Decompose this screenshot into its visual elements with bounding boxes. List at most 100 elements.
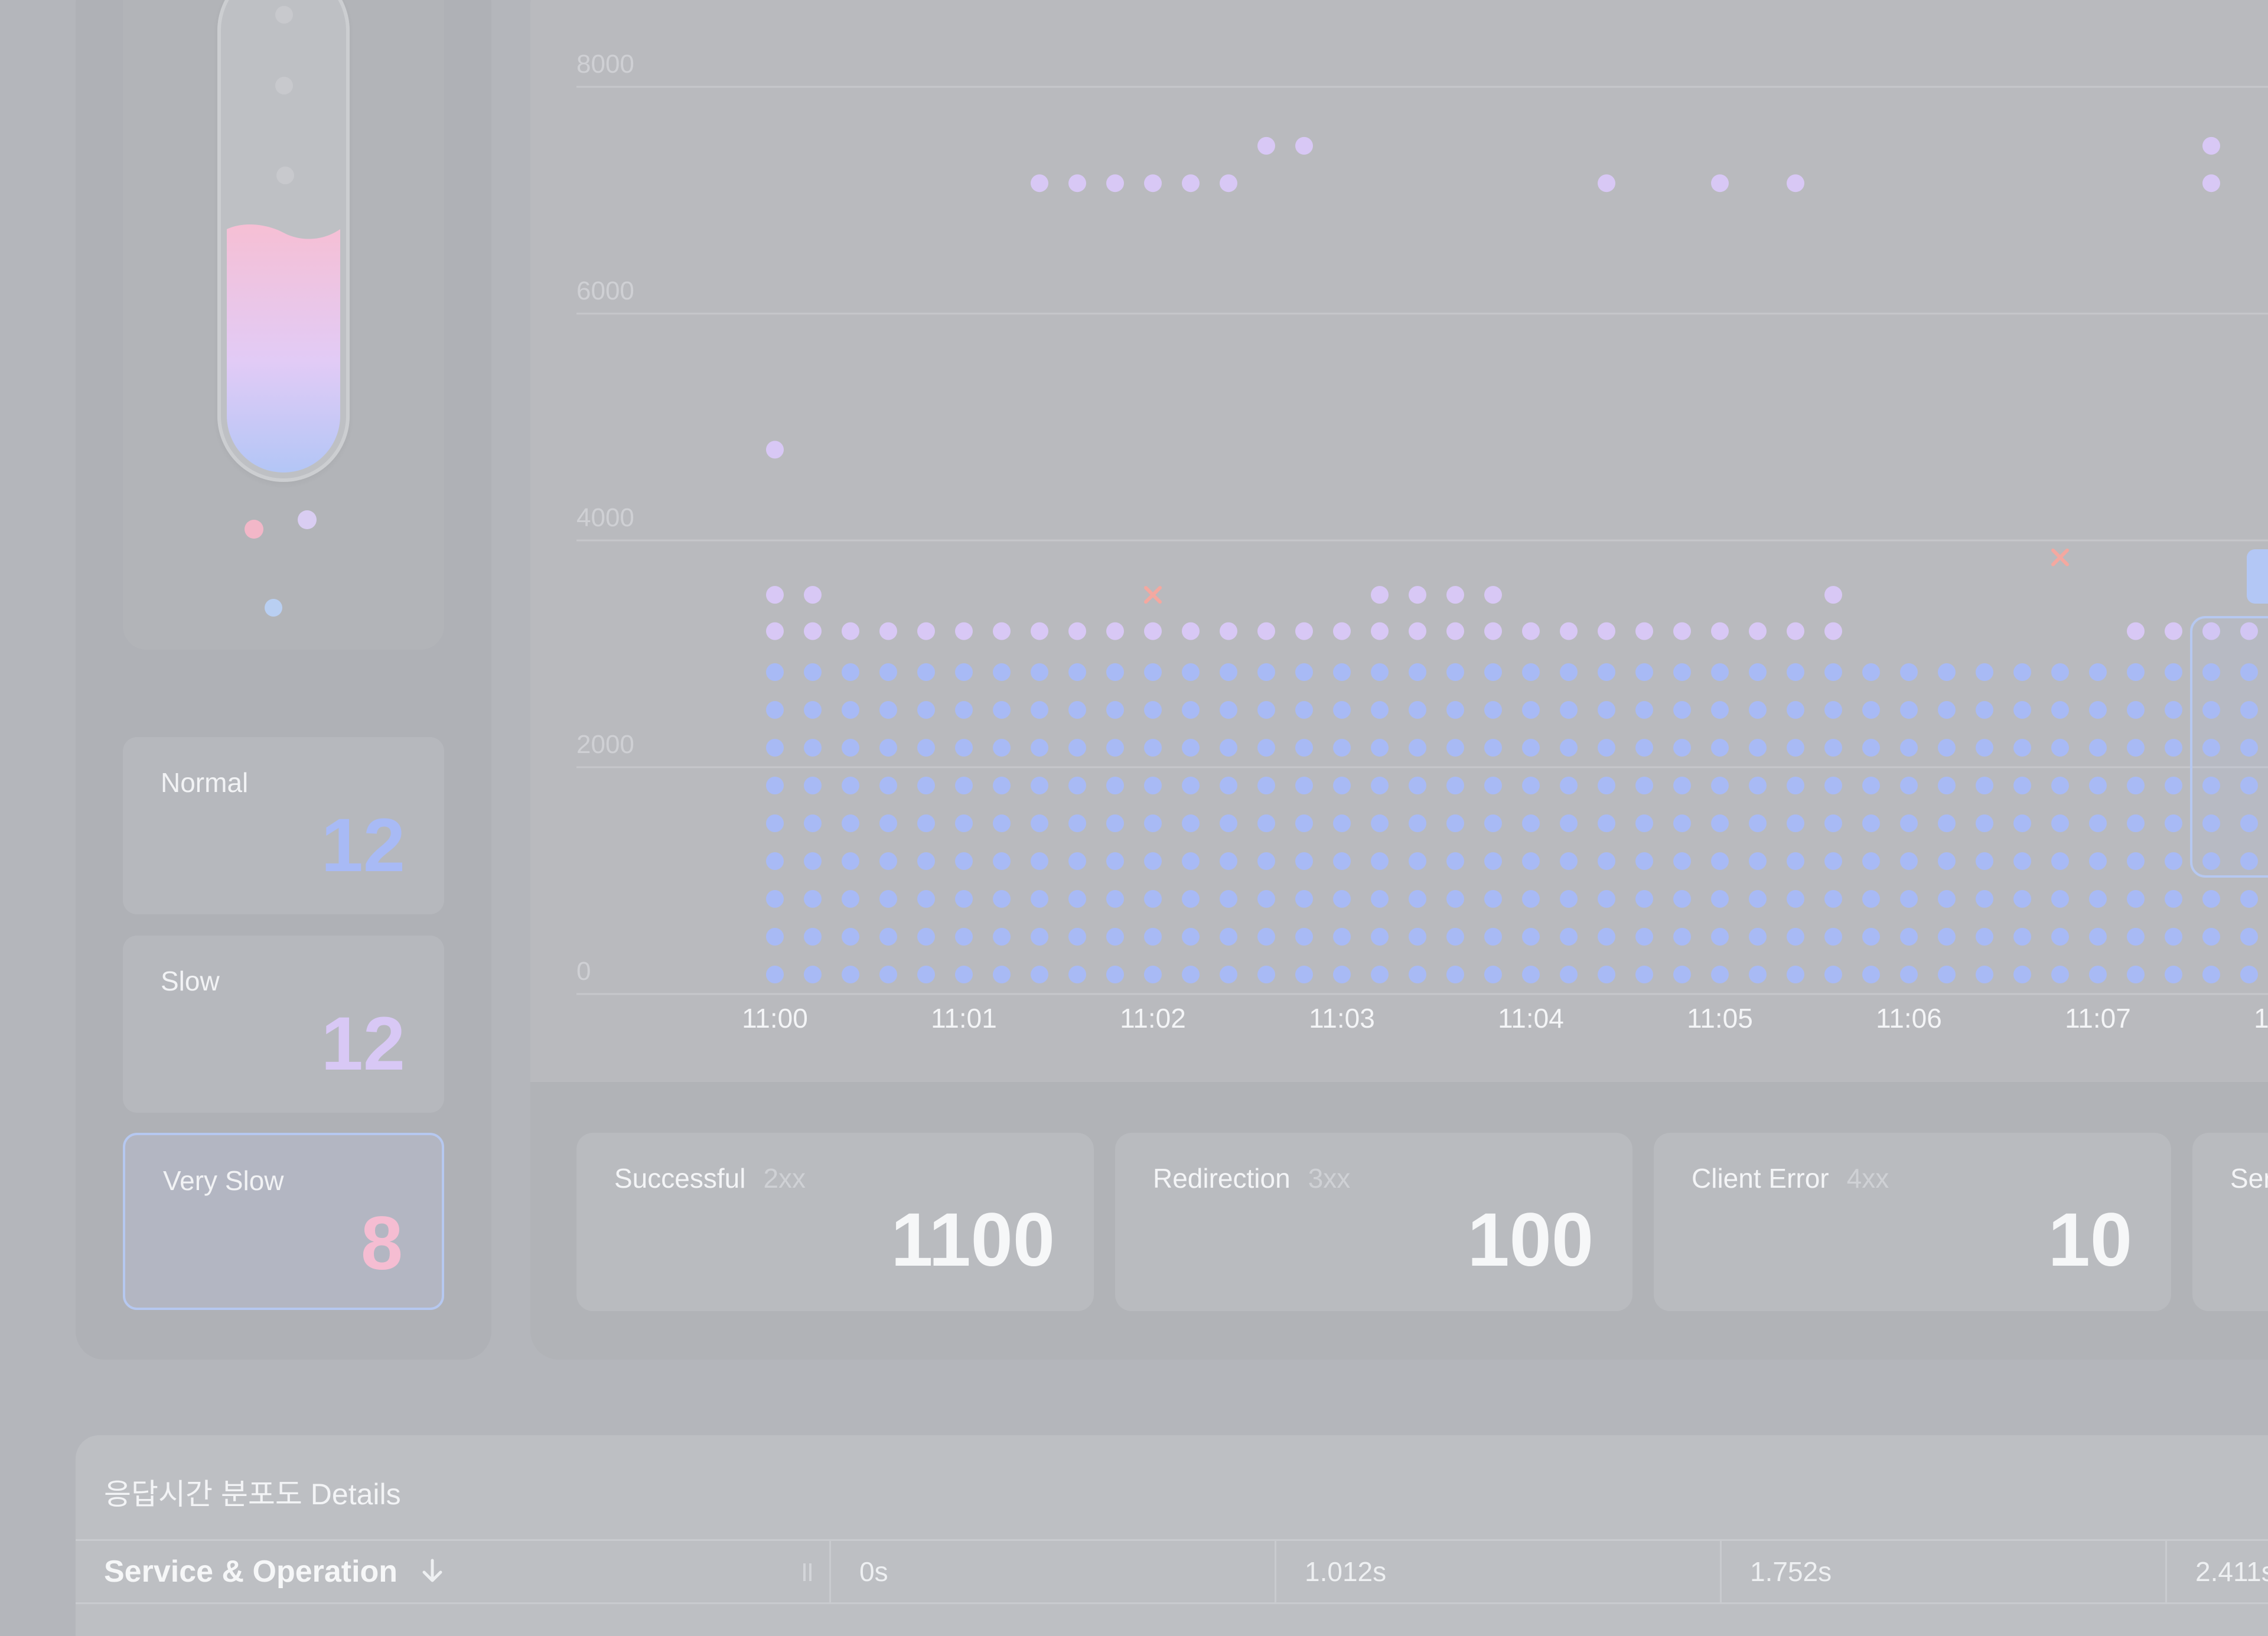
normal-point: [2089, 739, 2107, 757]
normal-point: [955, 966, 973, 983]
normal-point: [1220, 928, 1237, 946]
slow-point: [917, 622, 935, 640]
normal-point: [1598, 966, 1615, 983]
normal-point: [1749, 663, 1767, 681]
very-slow-count-card[interactable]: Very Slow 8: [123, 1133, 444, 1310]
normal-point: [993, 739, 1011, 757]
normal-point: [1220, 739, 1237, 757]
slow-point: [1673, 622, 1691, 640]
normal-point: [1862, 777, 1880, 794]
slow-point: [1522, 622, 1540, 640]
slow-point: [766, 441, 784, 459]
slow-point: [1144, 174, 1162, 193]
normal-point: [1257, 663, 1275, 681]
normal-point: [1976, 966, 1993, 983]
normal-point: [1484, 890, 1502, 908]
slow-point: [766, 586, 784, 604]
normal-point: [1976, 739, 1993, 757]
column-1752s[interactable]: 1.752s: [1720, 1541, 2165, 1602]
details-title: 응답시간 분포도 Details: [104, 1478, 401, 1511]
slow-point: [1106, 174, 1124, 193]
normal-point: [842, 890, 859, 908]
column-header-label: 1.012s: [1305, 1556, 1387, 1587]
normal-point: [1635, 777, 1653, 794]
normal-point: [1749, 966, 1767, 983]
normal-point: [1900, 890, 1918, 908]
slow-point: [993, 622, 1011, 640]
normal-point: [2013, 701, 2031, 719]
column-resize-handle-icon[interactable]: [800, 1562, 815, 1582]
normal-point: [766, 890, 784, 908]
normal-point: [1333, 739, 1351, 757]
column-0s[interactable]: 0s: [829, 1541, 1275, 1602]
slow-point: [1598, 174, 1615, 193]
normal-point: [1295, 777, 1313, 794]
normal-point: [1938, 890, 1956, 908]
normal-point: [1409, 928, 1426, 946]
normal-point: [1220, 777, 1237, 794]
slow-point: [2127, 622, 2145, 640]
normal-point: [879, 663, 897, 681]
status-card-4xx[interactable]: Client Error 4xx 10: [1654, 1133, 2171, 1311]
normal-point: [2165, 739, 2182, 757]
normal-point: [2051, 966, 2069, 983]
normal-point: [1787, 663, 1804, 681]
normal-point: [2165, 777, 2182, 794]
normal-point: [1522, 928, 1540, 946]
slow-point: [1257, 622, 1275, 640]
normal-point: [1976, 777, 1993, 794]
normal-point: [766, 701, 784, 719]
normal-point: [1862, 663, 1880, 681]
normal-point: [1333, 890, 1351, 908]
normal-point: [1371, 814, 1389, 832]
slow-point: [1711, 174, 1729, 193]
response-time-scatter-chart[interactable]: 80006000400020000 11:00 11:01 11:02 11:03 11…: [0, 0, 2268, 1063]
normal-point: [879, 852, 897, 870]
slow-point: [1371, 586, 1389, 604]
status-count: 1100: [891, 1198, 1055, 1282]
status-card-5xx[interactable]: Ser: [2192, 1133, 2268, 1311]
status-card-2xx[interactable]: Successful 2xx 1100: [576, 1133, 1094, 1311]
normal-point: [1862, 852, 1880, 870]
normal-point: [1484, 739, 1502, 757]
normal-point: [1787, 701, 1804, 719]
status-label: Redirection: [1153, 1163, 1291, 1194]
slow-point: [1220, 622, 1237, 640]
normal-point: [2013, 890, 2031, 908]
normal-point: [1711, 777, 1729, 794]
normal-point: [1333, 777, 1351, 794]
arrow-down-icon[interactable]: [419, 1557, 445, 1585]
normal-point: [1787, 814, 1804, 832]
slow-point: [804, 622, 822, 640]
normal-point: [1938, 966, 1956, 983]
normal-point: [2165, 663, 2182, 681]
normal-point: [1068, 739, 1086, 757]
column-1012s[interactable]: 1.012s: [1275, 1541, 1720, 1602]
normal-point: [1068, 701, 1086, 719]
normal-point: [1031, 701, 1048, 719]
normal-point: [917, 928, 935, 946]
slow-point: [1031, 174, 1048, 193]
normal-point: [1673, 852, 1691, 870]
normal-point: [1824, 966, 1842, 983]
normal-point: [1446, 966, 1464, 983]
slow-point: [1409, 622, 1426, 640]
normal-point: [1446, 701, 1464, 719]
column-2411s[interactable]: 2.411s: [2165, 1541, 2268, 1602]
y-tick-label: 2000: [576, 730, 634, 759]
column-service-operation[interactable]: Service & Operation: [76, 1541, 829, 1602]
normal-point: [1220, 890, 1237, 908]
normal-point: [1522, 701, 1540, 719]
normal-point: [842, 966, 859, 983]
status-card-3xx[interactable]: Redirection 3xx 100: [1115, 1133, 1632, 1311]
normal-point: [1749, 701, 1767, 719]
normal-point: [1106, 814, 1124, 832]
status-code: 2xx: [763, 1163, 806, 1194]
normal-point: [1106, 890, 1124, 908]
normal-point: [1144, 739, 1162, 757]
normal-point: [1446, 890, 1464, 908]
normal-point: [955, 890, 973, 908]
normal-point: [2051, 739, 2069, 757]
normal-point: [1220, 701, 1237, 719]
normal-point: [1560, 890, 1578, 908]
